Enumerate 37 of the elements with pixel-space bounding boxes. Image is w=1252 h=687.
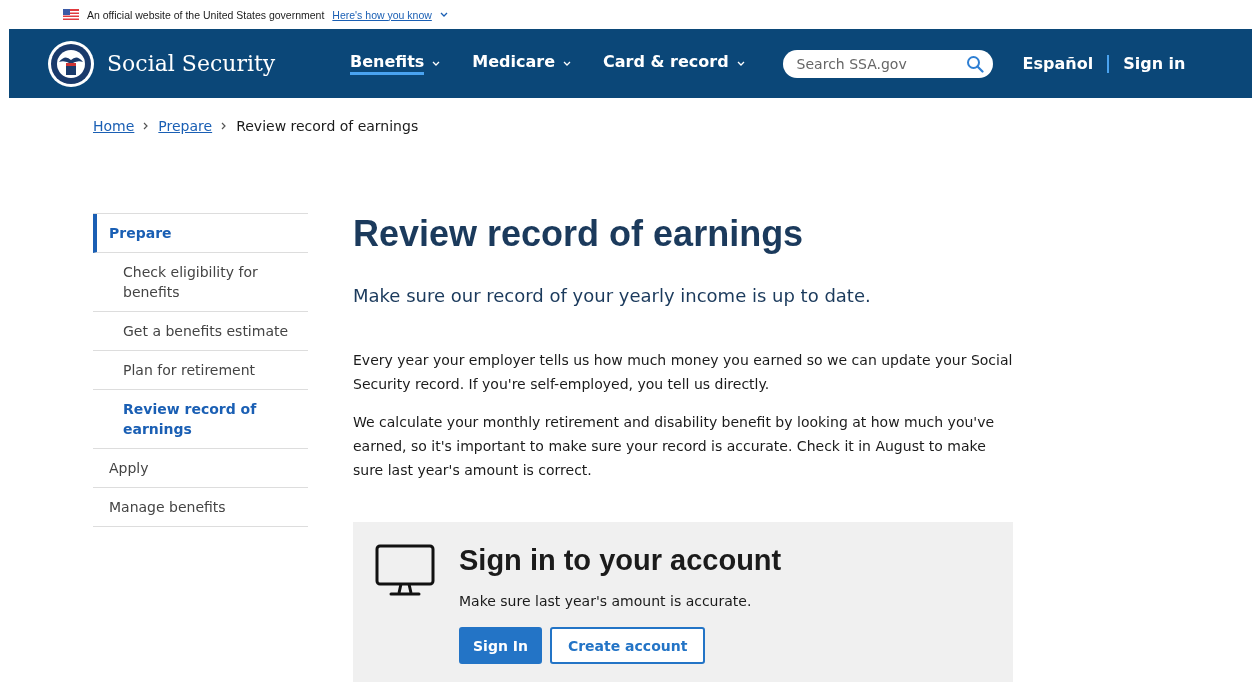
search-icon <box>965 54 984 73</box>
site-name[interactable]: Social Security <box>107 51 276 76</box>
sign-in-button[interactable]: Sign In <box>459 627 542 664</box>
nav-link[interactable]: Benefits <box>350 46 441 81</box>
card-text: Make sure last year's amount is accurate. <box>459 593 753 609</box>
sidebar-item[interactable]: Check eligibility for benefits <box>93 253 308 312</box>
sidebar-item[interactable]: Prepare <box>93 214 308 253</box>
banner-text: An official website of the United States government <box>87 8 325 21</box>
nav-link[interactable]: Medicare <box>472 46 572 81</box>
paragraph: Every year your employer tells us how much money you earned so we can update your Social Security record. If you're self-employed, you tell us directly. <box>353 351 1013 394</box>
monitor-icon <box>375 544 435 598</box>
banner-link[interactable]: Here's how you know <box>332 8 432 21</box>
chevron-icon <box>143 122 150 130</box>
sidebar-item[interactable]: Get a benefits estimate <box>93 312 308 351</box>
header-link[interactable]: Español <box>1022 54 1094 73</box>
sidebar-item[interactable]: Manage benefits <box>93 488 308 527</box>
chevron-icon <box>736 60 745 67</box>
chevron-icon <box>563 60 572 67</box>
nav-link[interactable]: Card & record <box>603 46 745 81</box>
breadcrumb-current: Review record of earnings <box>236 118 419 134</box>
sidebar-item[interactable]: Apply <box>93 449 308 488</box>
lead-text: Make sure our record of your yearly income is up to date. <box>353 285 872 306</box>
search-field[interactable]: Search SSA.gov <box>782 49 993 78</box>
header-link[interactable]: Sign in <box>1123 54 1186 73</box>
sidebar-item[interactable]: Review record of earnings <box>93 390 308 449</box>
paragraph: We calculate your monthly retirement and disability benefit by looking at how much you've earned, so it's important to make sure your record is accurate. Check it in August to make sure last year's amount is correct. <box>353 413 996 480</box>
page-title: Review record of earnings <box>353 213 805 255</box>
seal-icon <box>47 39 95 88</box>
card-title: Sign in to your account <box>459 544 782 577</box>
chevron-icon <box>221 122 228 130</box>
flag-icon <box>63 9 79 20</box>
breadcrumb-link[interactable]: Home <box>93 118 135 134</box>
breadcrumb-link[interactable]: Prepare <box>158 118 213 134</box>
chevron-icon <box>439 11 448 18</box>
create-account-button[interactable]: Create account <box>549 627 706 664</box>
sidebar-item[interactable]: Plan for retirement <box>93 351 308 390</box>
chevron-icon <box>432 60 441 67</box>
